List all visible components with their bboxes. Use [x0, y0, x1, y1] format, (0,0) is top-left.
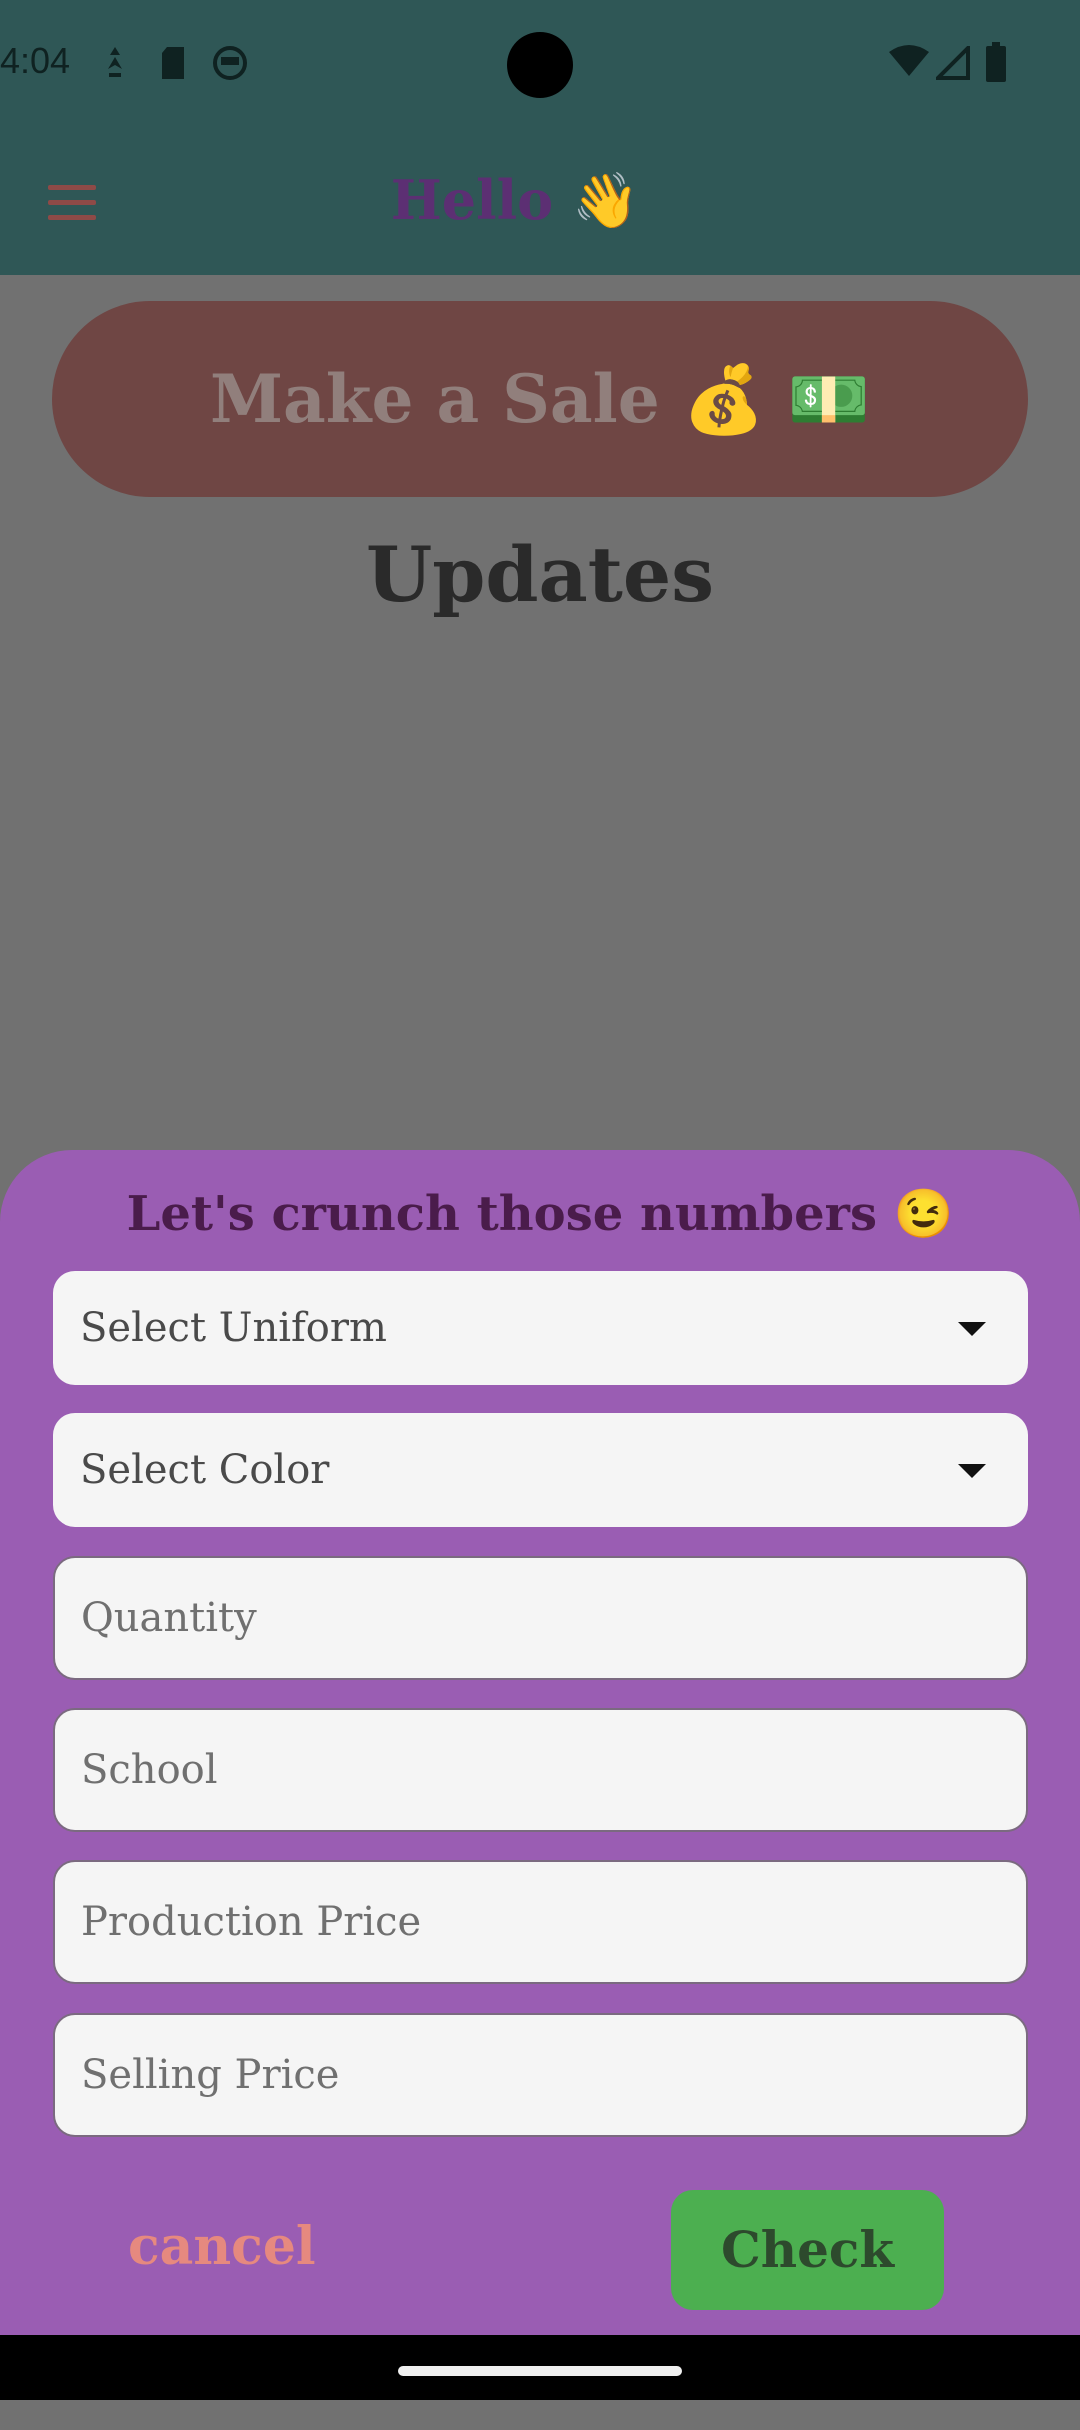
- select-uniform-label: Select Uniform: [80, 1305, 387, 1351]
- quantity-input[interactable]: [55, 1558, 1026, 1678]
- home-gesture-handle[interactable]: [398, 2366, 682, 2376]
- selling-price-input[interactable]: [55, 2015, 1026, 2135]
- app-title: Hello 👋: [390, 168, 640, 232]
- select-uniform-dropdown[interactable]: Select Uniform: [53, 1271, 1028, 1385]
- make-a-sale-button[interactable]: Make a Sale 💰 💵: [52, 301, 1028, 497]
- school-field-container: [53, 1708, 1028, 1832]
- select-color-label: Select Color: [80, 1447, 330, 1493]
- updates-heading: Updates: [365, 530, 715, 619]
- production-price-input[interactable]: [55, 1862, 1026, 1982]
- app-bar: Hello 👋: [0, 130, 1080, 275]
- navigation-icon: [108, 47, 122, 77]
- cancel-button[interactable]: cancel: [128, 2216, 316, 2277]
- checkout-button[interactable]: Check out: [671, 2190, 944, 2399]
- school-input[interactable]: [55, 1710, 1026, 1830]
- navigation-bar: [0, 2335, 1080, 2400]
- signal-icon: [936, 46, 970, 80]
- sheet-title: Let's crunch those numbers 😉: [126, 1186, 954, 1242]
- chevron-down-icon: [958, 1464, 986, 1478]
- select-color-dropdown[interactable]: Select Color: [53, 1413, 1028, 1527]
- camera-cutout: [507, 32, 573, 98]
- sd-card-icon: [162, 47, 184, 79]
- production-price-field-container: [53, 1860, 1028, 1984]
- selling-price-field-container: [53, 2013, 1028, 2137]
- wifi-icon: [889, 45, 929, 76]
- quantity-field-container: [53, 1556, 1028, 1680]
- battery-icon: [986, 42, 1006, 82]
- app-notification-icon: [213, 46, 247, 80]
- chevron-down-icon: [958, 1322, 986, 1336]
- status-time: 4:04: [0, 40, 71, 81]
- sale-bottom-sheet: Let's crunch those numbers 😉 Select Unif…: [0, 1150, 1080, 2399]
- status-bar: 4:04: [0, 0, 1080, 130]
